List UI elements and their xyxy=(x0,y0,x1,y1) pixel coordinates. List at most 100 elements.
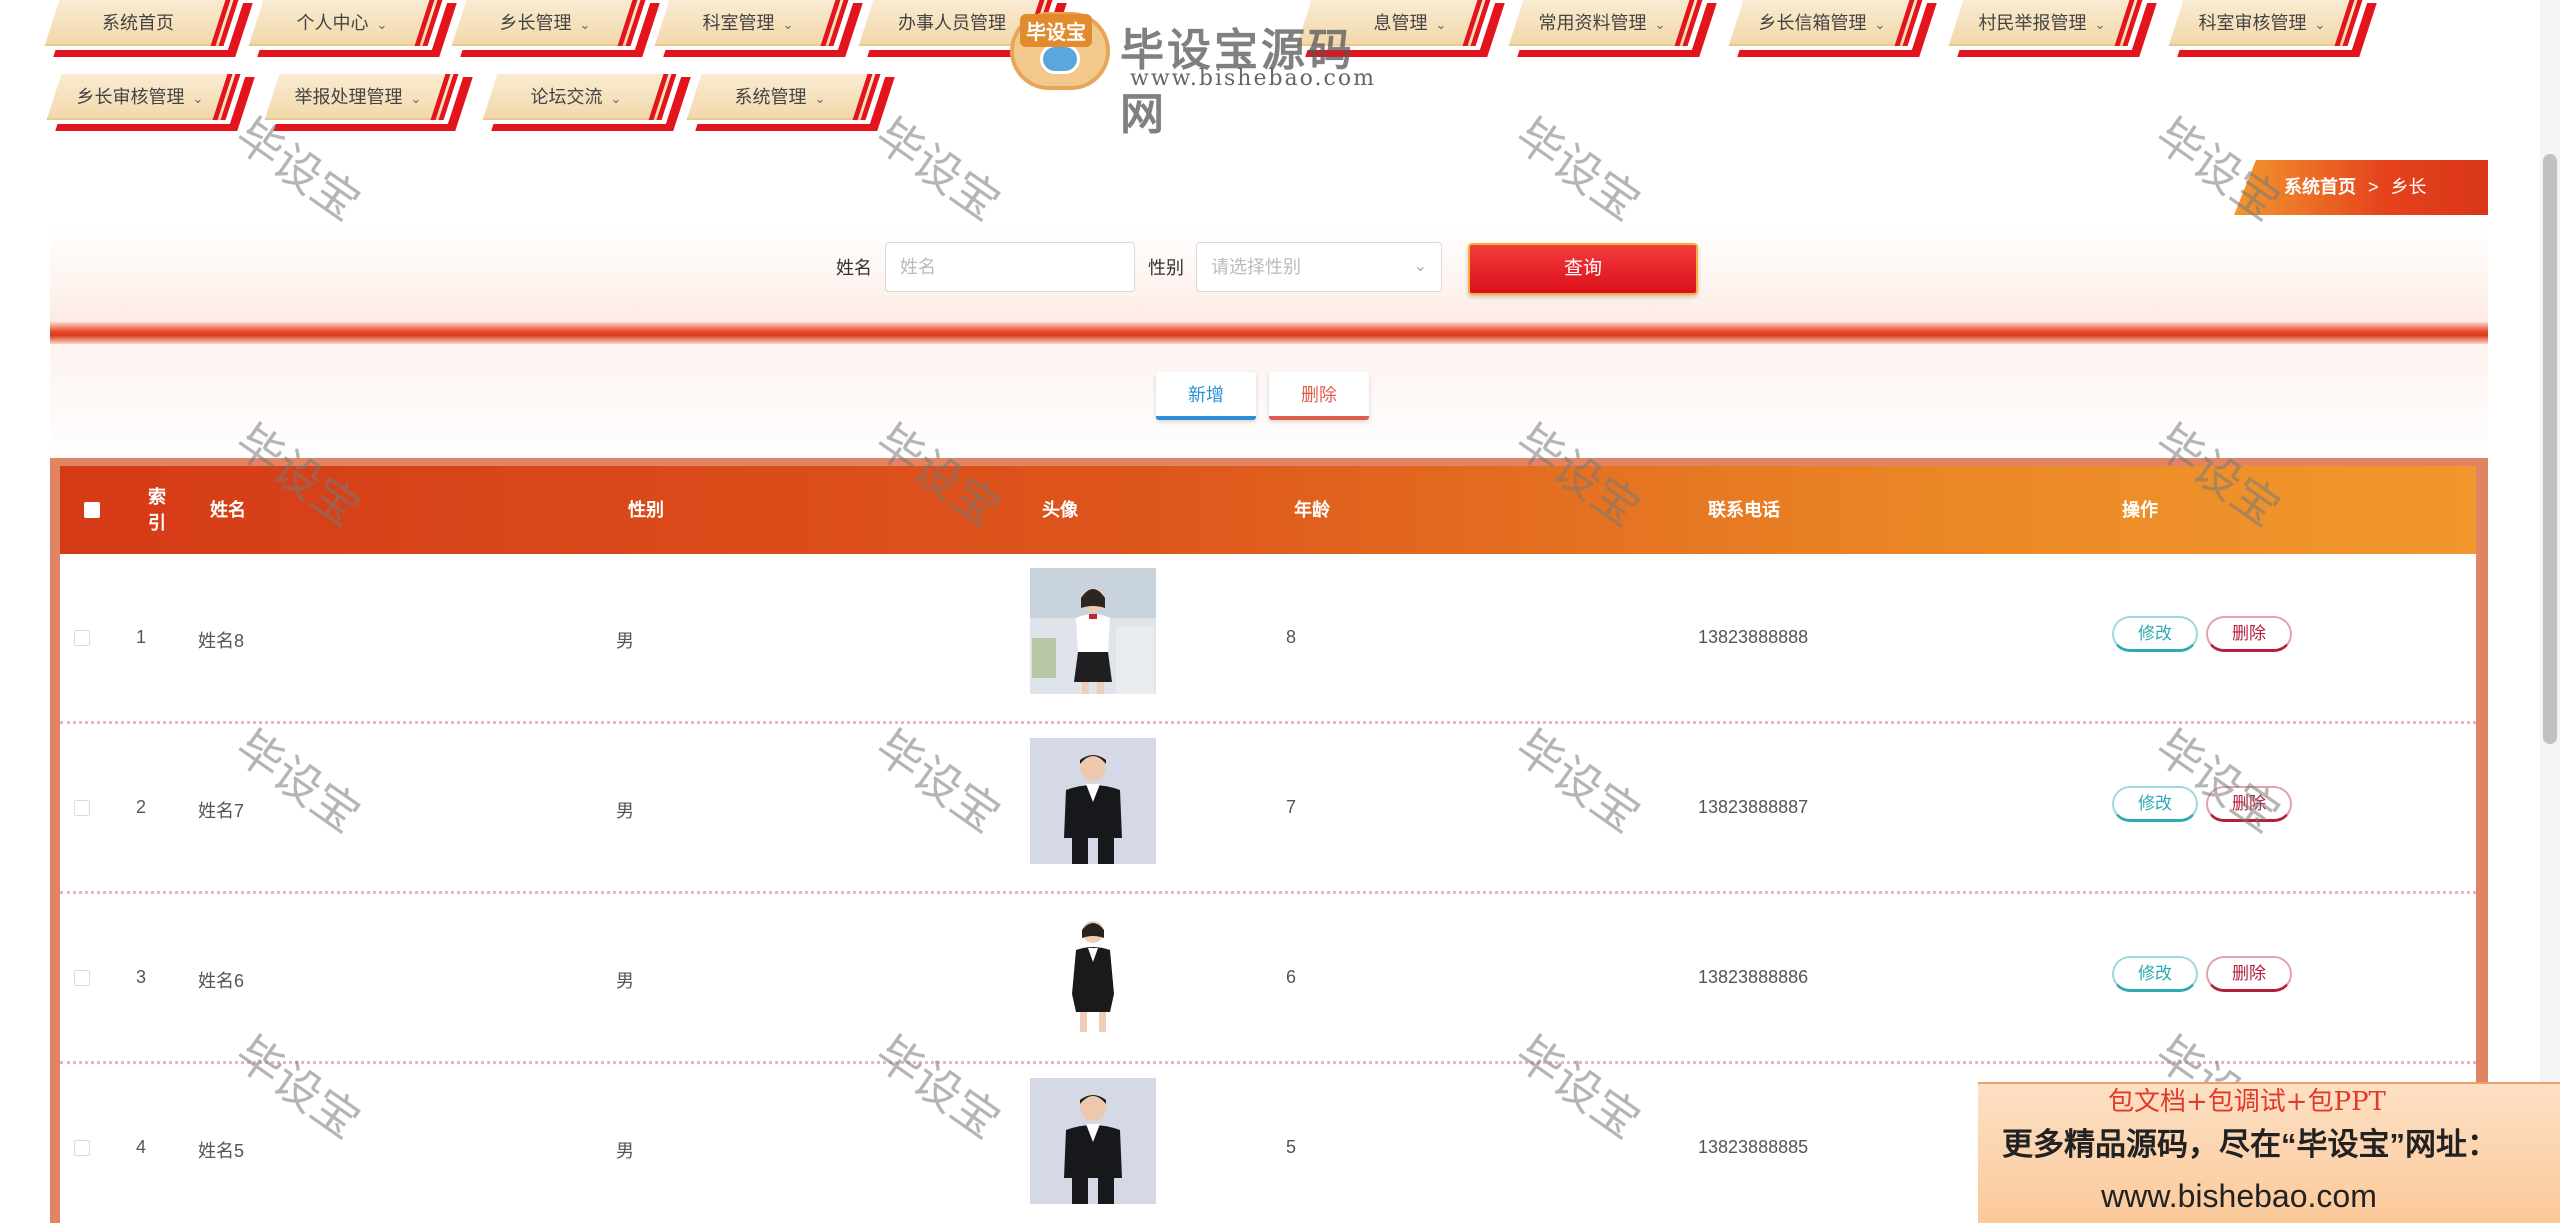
row-delete-button[interactable]: 删除 xyxy=(2206,616,2292,652)
header-avatar: 头像 xyxy=(1042,500,1078,520)
menu-item-forum[interactable]: 论坛交流 ⌄ xyxy=(482,74,691,132)
cell-index: 3 xyxy=(136,967,147,987)
menu-item-head-review[interactable]: 乡长审核管理 ⌄ xyxy=(46,74,255,132)
ad-line-3: www.bishebao.com xyxy=(2101,1178,2377,1214)
cell-name: 姓名6 xyxy=(198,971,245,991)
watermark-logo: 毕设宝 毕设宝源码网 www.bishebao.com xyxy=(1010,6,1390,139)
header-operation: 操作 xyxy=(2122,500,2158,520)
watermark-text: 毕设宝 xyxy=(1505,107,1650,231)
breadcrumb-home[interactable]: 系统首页 xyxy=(2284,177,2356,197)
cell-gender: 男 xyxy=(616,631,634,651)
row-checkbox[interactable] xyxy=(74,800,90,816)
cell-index: 1 xyxy=(136,627,147,647)
menu-label: 科室管理 xyxy=(702,13,775,33)
menu-label: 个人中心 xyxy=(296,13,369,33)
menu-label: 科室审核管理 xyxy=(2198,13,2307,33)
breadcrumb-current: 乡长 xyxy=(2390,177,2427,197)
logo-tag: 毕设宝 xyxy=(1020,14,1092,47)
header-index: 索引 xyxy=(148,487,166,533)
menu-item-mailbox[interactable]: 乡长信箱管理 ⌄ xyxy=(1728,0,1937,58)
menu-label: 村民举报管理 xyxy=(1978,13,2087,33)
scrollbar-thumb[interactable] xyxy=(2543,154,2557,744)
menu-label: 系统首页 xyxy=(102,13,174,33)
chevron-down-icon: ⌄ xyxy=(2314,17,2326,32)
delete-button[interactable]: 删除 xyxy=(1269,372,1369,420)
row-delete-button[interactable]: 删除 xyxy=(2206,786,2292,822)
table-row: 1 姓名8 男 8 13823888888 修改 删除 xyxy=(60,554,2476,724)
gender-label: 性别 xyxy=(1148,258,1184,278)
cell-age: 8 xyxy=(1286,627,1297,647)
divider xyxy=(50,322,2488,344)
gender-select[interactable]: 请选择性别 ⌄ xyxy=(1196,242,1442,292)
chevron-down-icon: ⌄ xyxy=(579,17,591,32)
row-checkbox[interactable] xyxy=(74,970,90,986)
cell-phone: 13823888888 xyxy=(1698,627,1809,647)
cell-phone: 13823888885 xyxy=(1698,1137,1809,1157)
chevron-down-icon: ⌄ xyxy=(782,17,794,32)
menu-label: 乡长审核管理 xyxy=(76,87,185,107)
menu-item-villager-report[interactable]: 村民举报管理 ⌄ xyxy=(1948,0,2157,58)
chevron-down-icon: ⌄ xyxy=(410,91,422,106)
cell-phone: 13823888886 xyxy=(1698,967,1809,987)
cell-gender: 男 xyxy=(616,801,634,821)
cell-index: 2 xyxy=(136,797,147,817)
menu-label: 系统管理 xyxy=(734,87,807,107)
select-all-checkbox[interactable] xyxy=(84,502,100,518)
cell-phone: 13823888887 xyxy=(1698,797,1809,817)
cell-gender: 男 xyxy=(616,1141,634,1161)
menu-item-department-review[interactable]: 科室审核管理 ⌄ xyxy=(2168,0,2377,58)
row-checkbox[interactable] xyxy=(74,630,90,646)
header-name: 姓名 xyxy=(210,500,246,520)
ad-line-1: 包文档+包调试+包PPT xyxy=(2108,1087,2386,1117)
page: 系统首页 个人中心 ⌄ 乡长管理 ⌄ 科室管理 ⌄ 办事人员管理 息管理 ⌄ 常… xyxy=(0,0,2560,1223)
chevron-down-icon: ⌄ xyxy=(814,91,826,106)
cell-age: 6 xyxy=(1286,967,1297,987)
menu-label: 举报处理管理 xyxy=(294,87,403,107)
cell-name: 姓名7 xyxy=(198,801,245,821)
header-phone: 联系电话 xyxy=(1708,500,1780,520)
cell-index: 4 xyxy=(136,1137,147,1157)
name-label: 姓名 xyxy=(836,258,872,278)
ad-banner[interactable]: 包文档+包调试+包PPT 更多精品源码，尽在“毕设宝”网址： www.bishe… xyxy=(1978,1082,2560,1223)
cell-age: 5 xyxy=(1286,1137,1297,1157)
watermark-text: 毕设宝 xyxy=(865,107,1010,231)
menu-item-township-head[interactable]: 乡长管理 ⌄ xyxy=(451,0,660,58)
row-delete-button[interactable]: 删除 xyxy=(2206,956,2292,992)
chevron-down-icon: ⌄ xyxy=(192,91,204,106)
menu-item-system[interactable]: 系统管理 ⌄ xyxy=(686,74,895,132)
menu-item-materials[interactable]: 常用资料管理 ⌄ xyxy=(1508,0,1717,58)
name-input[interactable]: 姓名 xyxy=(885,242,1135,292)
edit-button[interactable]: 修改 xyxy=(2112,616,2198,652)
avatar xyxy=(1030,738,1156,864)
chevron-down-icon: ⌄ xyxy=(1874,17,1886,32)
menu-item-home[interactable]: 系统首页 xyxy=(44,0,253,58)
table-header: 索引 姓名 性别 头像 年龄 联系电话 操作 xyxy=(60,466,2476,554)
brand-url: www.bishebao.com xyxy=(1130,66,1376,91)
menu-label: 乡长管理 xyxy=(499,13,572,33)
menu-label: 办事人员管理 xyxy=(898,13,1006,33)
chevron-down-icon: ⌄ xyxy=(1435,17,1447,32)
header-age: 年龄 xyxy=(1294,500,1330,520)
chevron-down-icon: ⌄ xyxy=(1413,258,1427,275)
menu-label: 乡长信箱管理 xyxy=(1758,13,1867,33)
query-button[interactable]: 查询 xyxy=(1468,243,1698,295)
row-checkbox[interactable] xyxy=(74,1140,90,1156)
cell-name: 姓名8 xyxy=(198,631,245,651)
chevron-down-icon: ⌄ xyxy=(2094,17,2106,32)
breadcrumb: 系统首页 > 乡长 xyxy=(2234,160,2488,215)
add-button[interactable]: 新增 xyxy=(1156,372,1256,420)
menu-item-personal-center[interactable]: 个人中心 ⌄ xyxy=(248,0,457,58)
cell-gender: 男 xyxy=(616,971,634,991)
chevron-down-icon: ⌄ xyxy=(1654,17,1666,32)
menu-item-department[interactable]: 科室管理 ⌄ xyxy=(654,0,863,58)
edit-button[interactable]: 修改 xyxy=(2112,956,2198,992)
avatar xyxy=(1030,1078,1156,1204)
gender-placeholder: 请选择性别 xyxy=(1211,257,1301,277)
chevron-down-icon: ⌄ xyxy=(610,91,622,106)
cell-age: 7 xyxy=(1286,797,1297,817)
menu-item-report-handling[interactable]: 举报处理管理 ⌄ xyxy=(264,74,473,132)
table-row: 2 姓名7 男 7 13823888887 修改 删除 xyxy=(60,724,2476,894)
breadcrumb-separator: > xyxy=(2368,177,2379,197)
edit-button[interactable]: 修改 xyxy=(2112,786,2198,822)
header-gender: 性别 xyxy=(628,500,664,520)
